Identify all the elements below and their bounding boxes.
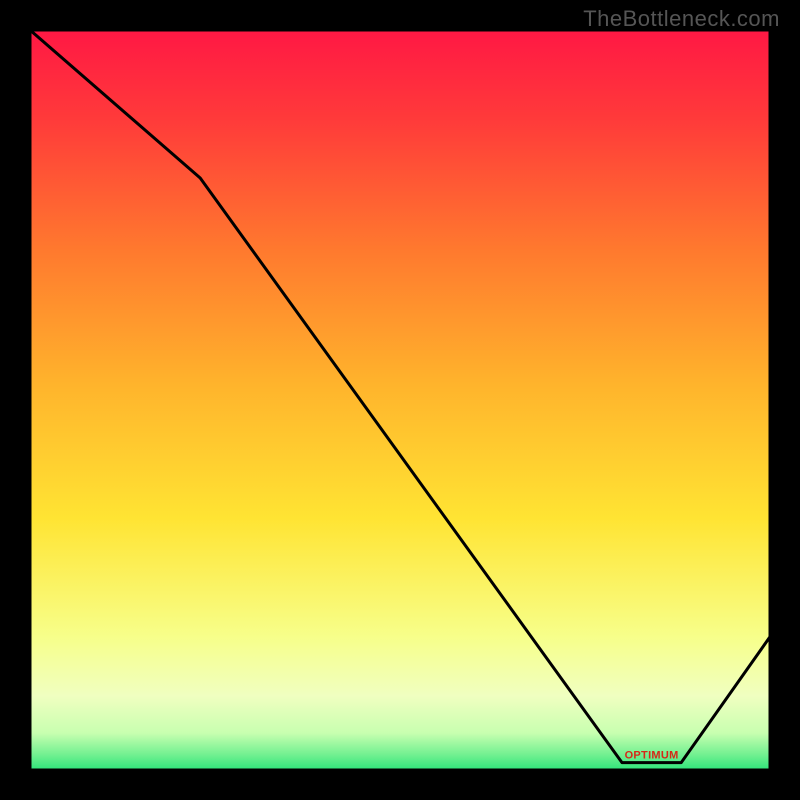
- chart-svg: OPTIMUM: [30, 30, 770, 770]
- chart-stage: TheBottleneck.com: [0, 0, 800, 800]
- optimum-label: OPTIMUM: [625, 750, 679, 762]
- watermark-text: TheBottleneck.com: [583, 6, 780, 32]
- gradient-background: [30, 30, 770, 770]
- plot-area: OPTIMUM: [30, 30, 770, 770]
